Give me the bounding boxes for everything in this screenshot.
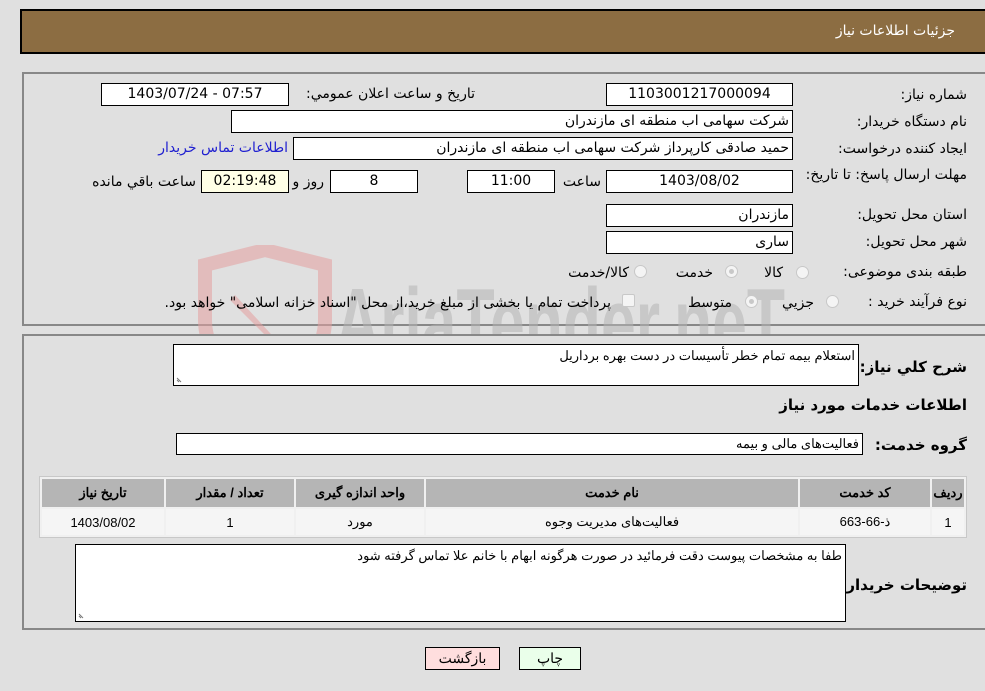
purchase-type-radio-medium[interactable]	[745, 295, 758, 308]
category-radio-goods-service[interactable]	[634, 265, 647, 278]
category-label: طبقه بندی موضوعی:	[843, 264, 967, 280]
days-remaining-field[interactable]: 8	[330, 170, 418, 193]
deadline-time-label: ساعت	[562, 174, 601, 190]
announce-datetime-field[interactable]: 1403/07/24 - 07:57	[101, 83, 289, 106]
delivery-city-label: شهر محل تحویل:	[865, 234, 967, 250]
delivery-province-field[interactable]: مازندران	[606, 204, 793, 227]
cell-row-number: 1	[932, 509, 964, 535]
need-number-label: شماره نیاز:	[900, 87, 968, 103]
deadline-date-field[interactable]: 1403/08/02	[606, 170, 793, 193]
category-radio-service[interactable]	[725, 265, 738, 278]
resize-grip-icon[interactable]	[78, 611, 86, 619]
requester-label: ایجاد کننده درخواست:	[838, 141, 967, 157]
deadline-label: مهلت ارسال پاسخ: تا تاریخ:	[805, 167, 967, 183]
treasury-checkbox[interactable]	[622, 294, 635, 307]
services-table: ردیف کد خدمت نام خدمت واحد اندازه گیری ت…	[39, 476, 967, 538]
buyer-org-field[interactable]: شرکت سهامی اب منطقه ای مازندران	[231, 110, 793, 133]
purchase-type-label: نوع فرآیند خرید :	[868, 294, 967, 310]
purchase-type-radio-minor[interactable]	[826, 295, 839, 308]
cell-quantity: 1	[166, 509, 294, 535]
delivery-city-field[interactable]: ساری	[606, 231, 793, 254]
purchase-type-option-minor: جزيي	[782, 295, 814, 311]
category-option-goods-service: کالا/خدمت	[568, 265, 629, 281]
days-label: روز و	[292, 174, 325, 190]
category-radio-goods[interactable]	[796, 266, 809, 279]
col-header-service-name: نام خدمت	[426, 479, 798, 507]
summary-label: شرح کلي نیاز:	[859, 358, 967, 376]
cell-service-code: ذ-66-663	[800, 509, 930, 535]
time-remaining-field: 02:19:48	[201, 170, 289, 193]
back-button[interactable]: بازگشت	[425, 647, 500, 670]
print-button[interactable]: چاپ	[519, 647, 581, 670]
buyer-org-label: نام دستگاه خریدار:	[856, 114, 967, 130]
cell-need-date: 1403/08/02	[42, 509, 164, 535]
buyer-contact-link[interactable]: اطلاعات تماس خریدار	[158, 140, 288, 156]
service-group-field[interactable]: فعالیت‌های مالی و بیمه	[176, 433, 863, 455]
purchase-type-option-medium: متوسط	[688, 295, 732, 311]
delivery-province-label: استان محل تحویل:	[857, 207, 967, 223]
announce-datetime-label: تاریخ و ساعت اعلان عمومي:	[306, 86, 475, 102]
cell-unit: مورد	[296, 509, 424, 535]
category-option-service: خدمت	[675, 265, 713, 281]
services-heading: اطلاعات خدمات مورد نیاز	[779, 396, 967, 414]
category-option-goods: کالا	[764, 265, 783, 281]
resize-grip-icon[interactable]	[176, 375, 184, 383]
page-header: جزئیات اطلاعات نیاز	[20, 9, 985, 54]
cell-service-name: فعالیت‌های مدیریت وجوه	[426, 509, 798, 535]
col-header-row-number: ردیف	[932, 479, 964, 507]
requester-field[interactable]: حمید صادقی کارپرداز شرکت سهامی اب منطقه …	[293, 137, 793, 160]
need-number-field[interactable]: 1103001217000094	[606, 83, 793, 106]
table-header-row: ردیف کد خدمت نام خدمت واحد اندازه گیری ت…	[42, 479, 964, 507]
col-header-need-date: تاریخ نیاز	[42, 479, 164, 507]
buyer-notes-label: توضیحات خریدار:	[840, 576, 967, 594]
col-header-unit: واحد اندازه گیری	[296, 479, 424, 507]
buyer-notes-text: طفا به مشخصات پیوست دقت فرمائید در صورت …	[357, 548, 842, 563]
table-row: 1 ذ-66-663 فعالیت‌های مدیریت وجوه مورد 1…	[42, 509, 964, 535]
col-header-quantity: تعداد / مقدار	[166, 479, 294, 507]
summary-textarea[interactable]: استعلام بیمه تمام خطر تأسیسات در دست بهر…	[173, 344, 859, 386]
buyer-notes-textarea[interactable]: طفا به مشخصات پیوست دقت فرمائید در صورت …	[75, 544, 846, 622]
service-group-label: گروه خدمت:	[874, 436, 967, 454]
page-title: جزئیات اطلاعات نیاز	[835, 23, 955, 39]
summary-text: استعلام بیمه تمام خطر تأسیسات در دست بهر…	[559, 348, 855, 363]
treasury-note: پرداخت تمام یا بخشی از مبلغ خرید،از محل …	[164, 295, 611, 311]
time-remaining-label: ساعت باقي مانده	[92, 174, 196, 190]
deadline-time-field[interactable]: 11:00	[467, 170, 555, 193]
col-header-service-code: کد خدمت	[800, 479, 930, 507]
